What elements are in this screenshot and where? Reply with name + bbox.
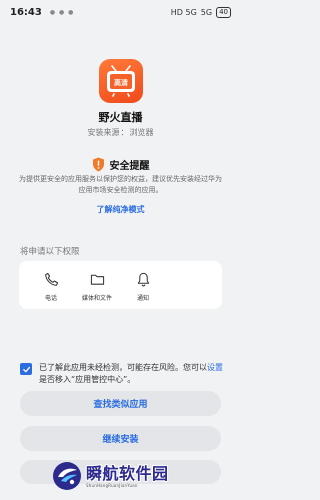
app-icon: 高清 [99,59,143,103]
consent-text-after: 是否移入“应用管控中心”。 [39,375,136,384]
permission-phone[interactable]: 电话 [31,272,71,302]
settings-link[interactable]: 设置 [207,363,223,372]
check-icon [22,366,30,372]
permission-label: 媒体和文件 [81,295,112,302]
permission-media-files[interactable]: 媒体和文件 [77,272,117,302]
watermark-text: 瞬航软件园 ShunHangRuanJianYuan [86,464,169,489]
shield-warning-icon [92,157,104,172]
security-title: 安全提醒 [109,161,150,172]
status-indicators: HD 5G 5G 40 [170,6,231,18]
status-bar: 16:43 ● ● ● HD 5G 5G 40 [0,0,241,24]
permission-label: 电话 [44,295,57,302]
install-source-label: 安装来源 [87,128,120,137]
watermark-subtitle: ShunHangRuanJianYuan [86,482,138,488]
permissions-heading: 将申请以下权限 [20,247,80,257]
bell-icon [137,272,149,287]
watermark-logo-icon [53,462,81,490]
security-header: 安全提醒 [0,157,241,172]
app-name: 野火直播 [98,111,143,124]
install-source-value: 浏览器 [129,128,154,137]
learn-pure-mode-link[interactable]: 了解纯净模式 [0,204,241,215]
risk-consent: 已了解此应用未经检测，可能存在风险。您可以设置是否移入“应用管控中心”。 [20,362,225,386]
status-time: 16:43 [10,6,42,18]
tv-icon: 高清 [107,65,135,97]
consent-text-before: 已了解此应用未经检测，可能存在风险。您可以 [39,363,207,372]
permission-label: 通知 [136,295,149,302]
watermark: 瞬航软件园 ShunHangRuanJianYuan [51,455,187,497]
install-source-separator: ： [120,128,129,137]
permissions-card: 电话 媒体和文件 通知 [19,261,222,309]
signal-icon: HD 5G [170,7,197,17]
battery-icon: 40 [216,6,231,18]
permission-notifications[interactable]: 通知 [123,272,163,302]
folder-icon [90,274,104,285]
find-similar-apps-button[interactable]: 查找类似应用 [20,391,221,416]
install-source: 安装来源：浏览器 [0,127,241,138]
notification-dots-icon: ● ● ● [49,8,75,16]
consent-text: 已了解此应用未经检测，可能存在风险。您可以设置是否移入“应用管控中心”。 [39,362,225,386]
security-description: 为提供更安全的应用服务以保护您的权益，建议优先安装经过华为应用市场安全检测的应用… [19,175,222,194]
consent-checkbox[interactable] [20,363,32,375]
wifi-icon: 5G [200,7,213,17]
watermark-title: 瞬航软件园 [86,463,169,483]
continue-install-button[interactable]: 继续安装 [20,426,221,451]
app-icon-label: 高清 [114,78,128,87]
phone-icon [44,272,58,286]
